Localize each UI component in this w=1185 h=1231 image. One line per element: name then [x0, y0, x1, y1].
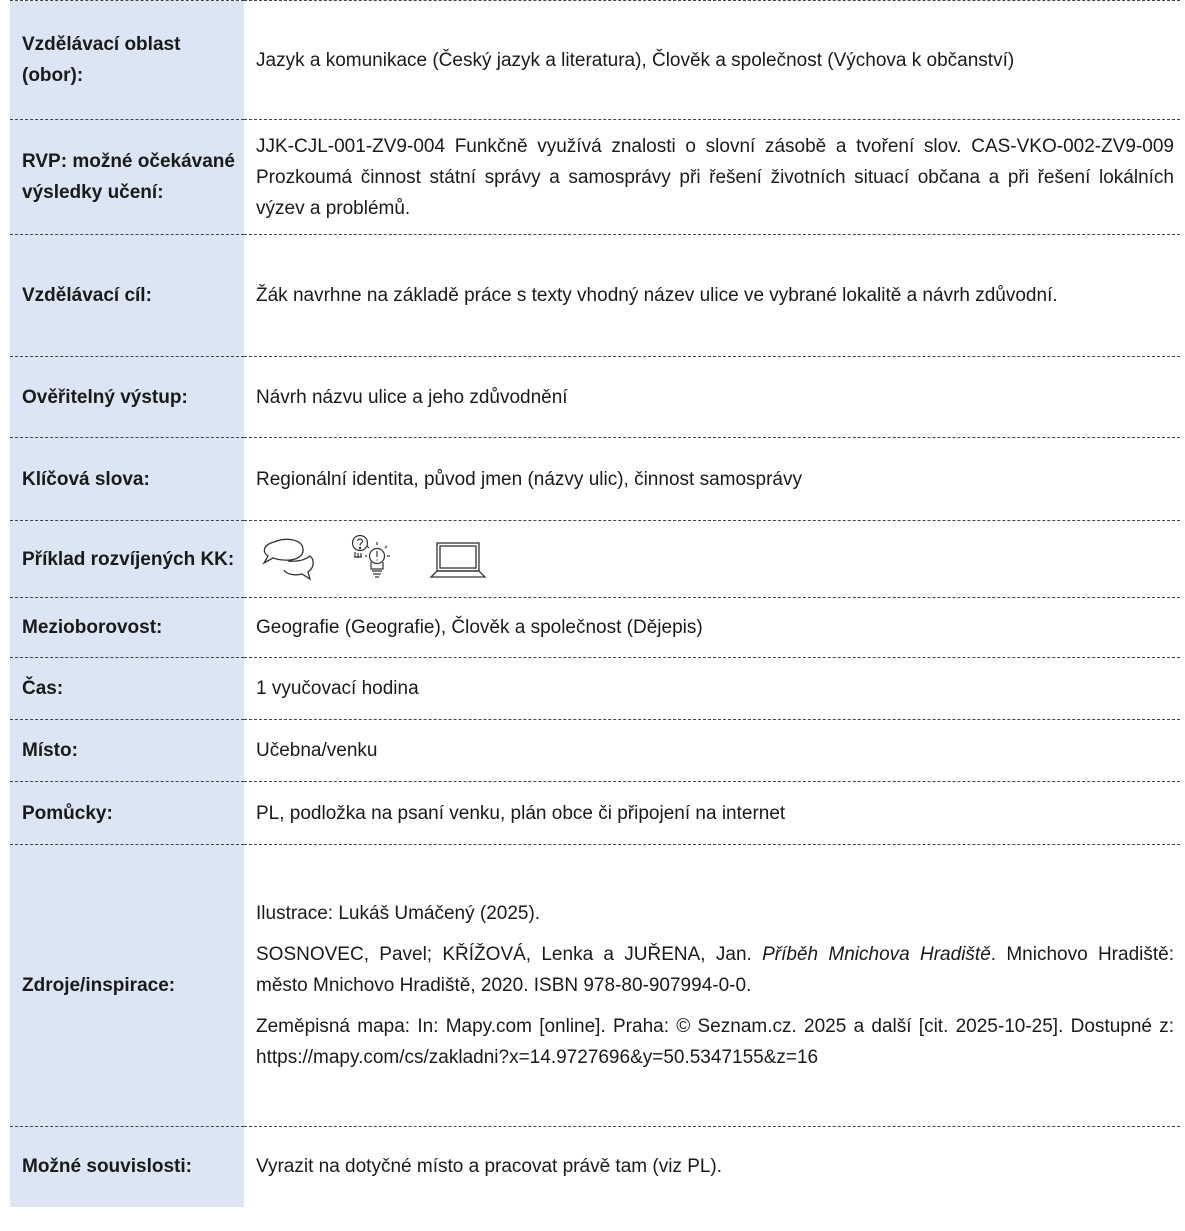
- row-label: RVP: možné očekávané výsledky učení:: [10, 119, 244, 235]
- row-value: Jazyk a komunikace (Český jazyk a litera…: [244, 0, 1180, 120]
- source-book-title: Příběh Mnichova Hradiště: [762, 944, 991, 965]
- row-value: Vyrazit na dotyčné místo a pracovat práv…: [244, 1126, 1180, 1207]
- row-label: Zdroje/inspirace:: [10, 844, 244, 1127]
- row-value: JJK-CJL-001-ZV9-004 Funkčně využívá znal…: [244, 119, 1180, 235]
- row-label: Mezioborovost:: [10, 597, 244, 658]
- row-label: Vzdělávací oblast (obor):: [10, 0, 244, 120]
- source-book-authors: SOSNOVEC, Pavel; KŘÍŽOVÁ, Lenka a JUŘENA…: [256, 944, 763, 965]
- table-row: Pomůcky: PL, podložka na psaní venku, pl…: [10, 781, 1180, 845]
- row-label: Příklad rozvíjených KK:: [10, 520, 244, 598]
- row-label: Čas:: [10, 657, 244, 720]
- table-row: Zdroje/inspirace: Ilustrace: Lukáš Umáče…: [10, 844, 1180, 1127]
- speech-bubbles-icon: [258, 536, 316, 582]
- row-label: Klíčová slova:: [10, 437, 244, 521]
- table-row: RVP: možné očekávané výsledky učení: JJK…: [10, 119, 1180, 235]
- competency-icons-cell: [244, 520, 1180, 598]
- lesson-metadata-page: Vzdělávací oblast (obor): Jazyk a komuni…: [0, 0, 1185, 1231]
- source-map: Zeměpisná mapa: In: Mapy.com [online]. P…: [256, 1016, 1174, 1068]
- competency-icons: [256, 533, 1174, 585]
- row-value: Žák navrhne na základě práce s texty vho…: [244, 234, 1180, 357]
- row-value: Učebna/venku: [244, 719, 1180, 782]
- row-label: Možné souvislosti:: [10, 1126, 244, 1207]
- table-row: Místo: Učebna/venku: [10, 719, 1180, 782]
- table-row: Příklad rozvíjených KK:: [10, 520, 1180, 598]
- lesson-metadata-table: Vzdělávací oblast (obor): Jazyk a komuni…: [10, 0, 1180, 1207]
- row-value: Regionální identita, původ jmen (názvy u…: [244, 437, 1180, 521]
- row-value: PL, podložka na psaní venku, plán obce č…: [244, 781, 1180, 845]
- table-row: Možné souvislosti: Vyrazit na dotyčné mí…: [10, 1126, 1180, 1207]
- laptop-icon: [426, 537, 490, 581]
- table-row: Ověřitelný výstup: Návrh názvu ulice a j…: [10, 356, 1180, 438]
- question-lightbulb-icon: [350, 533, 392, 585]
- row-value: 1 vyučovací hodina: [244, 657, 1180, 720]
- source-illustration: Ilustrace: Lukáš Umáčený (2025).: [256, 903, 541, 924]
- table-row: Vzdělávací oblast (obor): Jazyk a komuni…: [10, 0, 1180, 120]
- row-value: Návrh názvu ulice a jeho zdůvodnění: [244, 356, 1180, 438]
- table-row: Mezioborovost: Geografie (Geografie), Čl…: [10, 597, 1180, 658]
- table-row: Vzdělávací cíl: Žák navrhne na základě p…: [10, 234, 1180, 357]
- row-label: Pomůcky:: [10, 781, 244, 845]
- source-book: SOSNOVEC, Pavel; KŘÍŽOVÁ, Lenka a JUŘENA…: [256, 939, 1174, 1001]
- table-row: Čas: 1 vyučovací hodina: [10, 657, 1180, 720]
- table-row: Klíčová slova: Regionální identita, půvo…: [10, 437, 1180, 521]
- row-label: Ověřitelný výstup:: [10, 356, 244, 438]
- row-label: Místo:: [10, 719, 244, 782]
- row-value: Geografie (Geografie), Člověk a společno…: [244, 597, 1180, 658]
- sources-cell: Ilustrace: Lukáš Umáčený (2025). SOSNOVE…: [244, 844, 1180, 1127]
- row-label: Vzdělávací cíl:: [10, 234, 244, 357]
